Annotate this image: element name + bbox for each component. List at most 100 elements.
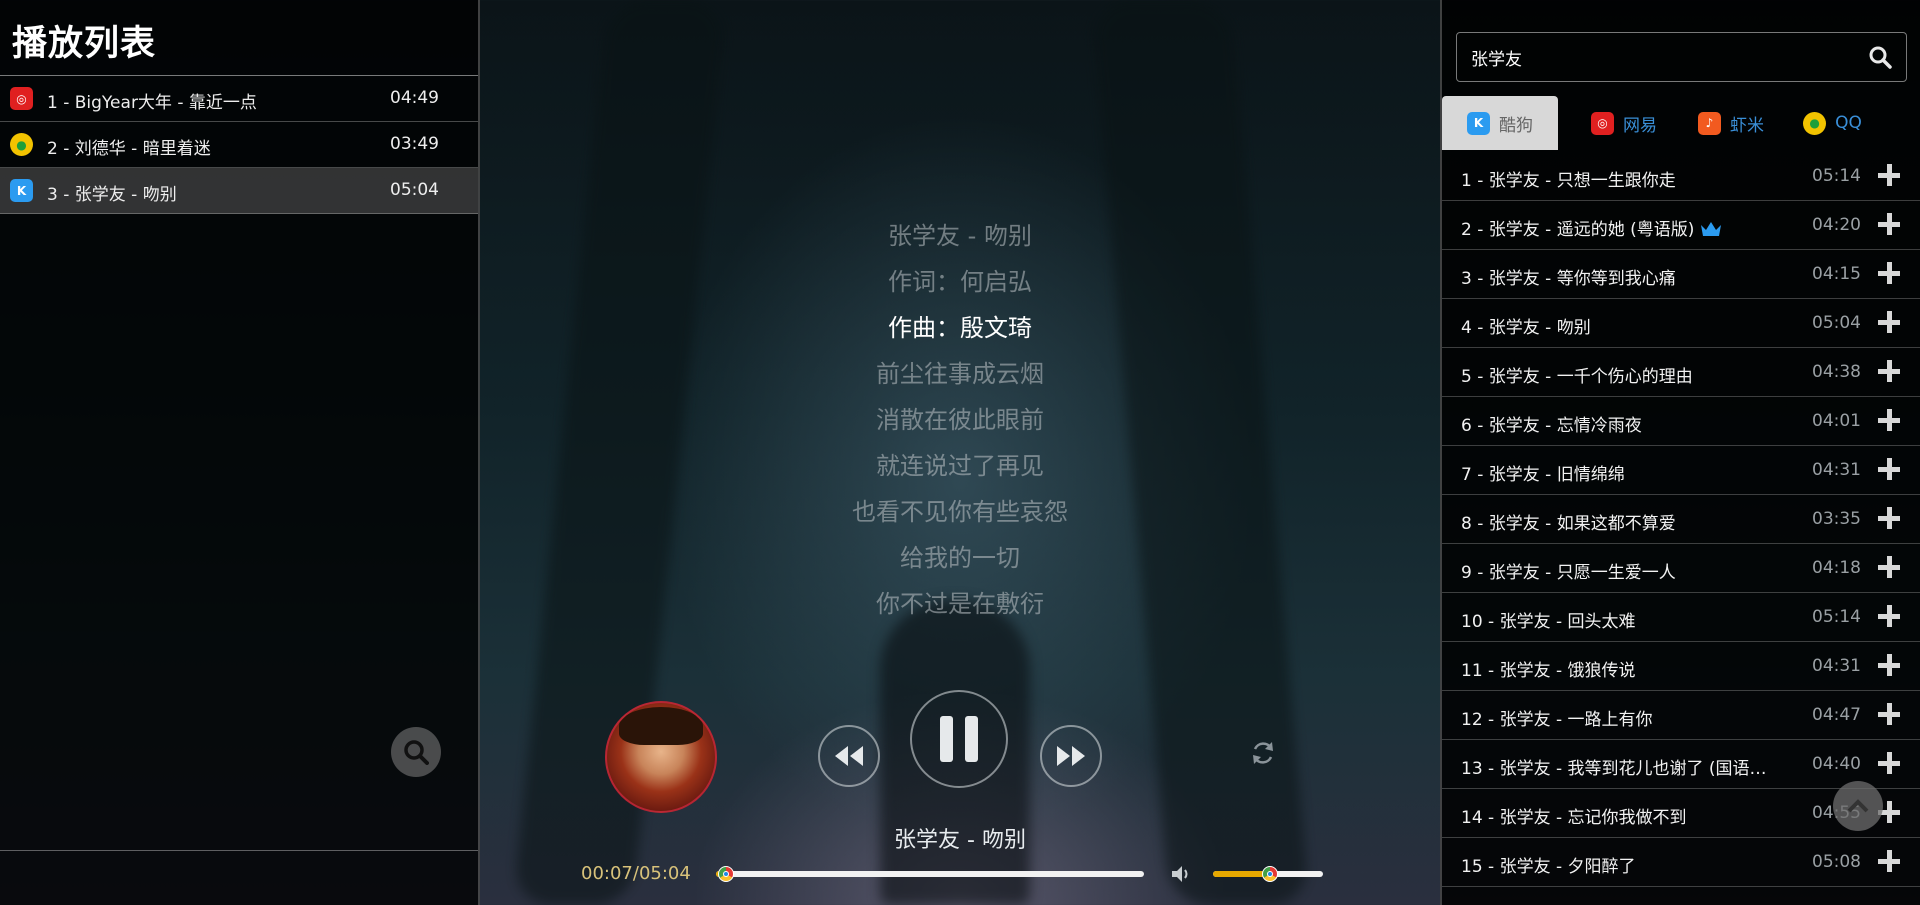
tab-netease[interactable]: ◎ 网易 bbox=[1579, 96, 1669, 150]
add-to-playlist-button[interactable] bbox=[1878, 458, 1900, 480]
result-row[interactable]: 1 - 张学友 - 只想一生跟你走 05:14 bbox=[1442, 152, 1920, 201]
playlist-title: 播放列表 bbox=[12, 24, 157, 64]
playlist: ◎ 1 - BigYear大年 - 靠近一点 04:49 ● 2 - 刘德华 - 暗里着… bbox=[0, 76, 478, 214]
add-to-playlist-button[interactable] bbox=[1878, 409, 1900, 431]
result-row[interactable]: 12 - 张学友 - 一路上有你 04:47 bbox=[1442, 691, 1920, 740]
result-duration: 04:38 bbox=[1812, 362, 1861, 382]
playlist-item[interactable]: ● 2 - 刘德华 - 暗里着迷 03:49 bbox=[0, 122, 478, 168]
lyric-line: 就连说过了再见 bbox=[876, 452, 1044, 480]
album-cover[interactable] bbox=[605, 701, 717, 813]
result-row[interactable]: 11 - 张学友 - 饿狼传说 04:31 bbox=[1442, 642, 1920, 691]
result-name: 6 - 张学友 - 忘情冷雨夜 bbox=[1461, 416, 1642, 436]
playlist-item-duration: 04:49 bbox=[390, 88, 439, 108]
lyric-line: 你不过是在敷衍 bbox=[876, 590, 1044, 618]
playlist-item-duration: 03:49 bbox=[390, 134, 439, 154]
playlist-item-name: 1 - BigYear大年 - 靠近一点 bbox=[47, 93, 257, 113]
pause-button[interactable] bbox=[910, 690, 1008, 788]
result-name: 1 - 张学友 - 只想一生跟你走 bbox=[1461, 171, 1676, 191]
tab-label: QQ bbox=[1835, 113, 1862, 133]
result-duration: 04:31 bbox=[1812, 656, 1861, 676]
search-box bbox=[1456, 32, 1907, 82]
search-input[interactable] bbox=[1471, 45, 1851, 69]
rewind-icon bbox=[835, 746, 863, 766]
result-name: 12 - 张学友 - 一路上有你 bbox=[1461, 710, 1653, 730]
lyrics-panel: 张学友 - 吻别 作词：何启弘 作曲：殷文琦 前尘往事成云烟 消散在彼此眼前 就连说过了再… bbox=[640, 213, 1280, 627]
previous-button[interactable] bbox=[818, 725, 880, 787]
qq-music-icon: ● bbox=[10, 133, 33, 156]
back-to-top-button[interactable] bbox=[1833, 781, 1883, 831]
tab-kugou[interactable]: K 酷狗 bbox=[1442, 96, 1558, 150]
result-name: 2 - 张学友 - 遥远的她 (粤语版) bbox=[1461, 215, 1722, 240]
result-duration: 05:14 bbox=[1812, 166, 1861, 186]
now-playing-title: 张学友 - 吻别 bbox=[894, 828, 1026, 853]
playlist-panel: 播放列表 ◎ 1 - BigYear大年 - 靠近一点 04:49 ● 2 - 刘德华 … bbox=[0, 0, 480, 905]
search-button[interactable] bbox=[391, 727, 441, 777]
netease-icon: ◎ bbox=[10, 87, 33, 110]
add-to-playlist-button[interactable] bbox=[1878, 654, 1900, 676]
progress-handle[interactable] bbox=[717, 866, 734, 882]
result-row[interactable]: 4 - 张学友 - 吻别 05:04 bbox=[1442, 299, 1920, 348]
tab-label: 酷狗 bbox=[1499, 115, 1533, 136]
add-to-playlist-button[interactable] bbox=[1878, 850, 1900, 872]
result-row[interactable]: 5 - 张学友 - 一千个伤心的理由 04:38 bbox=[1442, 348, 1920, 397]
playlist-item-name: 3 - 张学友 - 吻别 bbox=[47, 185, 177, 205]
add-to-playlist-button[interactable] bbox=[1878, 213, 1900, 235]
result-duration: 05:14 bbox=[1812, 607, 1861, 627]
pause-icon bbox=[940, 716, 978, 762]
add-to-playlist-button[interactable] bbox=[1878, 311, 1900, 333]
source-tabs: K 酷狗 ◎ 网易 ♪ 虾米 ● QQ bbox=[1442, 96, 1920, 150]
playlist-item-name: 2 - 刘德华 - 暗里着迷 bbox=[47, 139, 211, 159]
add-to-playlist-button[interactable] bbox=[1878, 703, 1900, 725]
add-to-playlist-button[interactable] bbox=[1878, 360, 1900, 382]
result-row[interactable]: 15 - 张学友 - 夕阳醉了 05:08 bbox=[1442, 838, 1920, 887]
search-panel: K 酷狗 ◎ 网易 ♪ 虾米 ● QQ 1 - 张学友 - 只想一生跟你走 05:14 2 - 张… bbox=[1440, 0, 1920, 905]
playlist-item[interactable]: K 3 - 张学友 - 吻别 05:04 bbox=[0, 168, 478, 214]
result-row[interactable]: 9 - 张学友 - 只愿一生爱一人 04:18 bbox=[1442, 544, 1920, 593]
result-duration: 04:15 bbox=[1812, 264, 1861, 284]
netease-icon: ◎ bbox=[1591, 111, 1614, 135]
search-submit-button[interactable] bbox=[1866, 43, 1894, 71]
search-icon bbox=[1869, 46, 1892, 69]
result-name: 9 - 张学友 - 只愿一生爱一人 bbox=[1461, 563, 1676, 583]
search-icon bbox=[404, 740, 429, 765]
playlist-item-duration: 05:04 bbox=[390, 180, 439, 200]
chevron-up-icon bbox=[1847, 799, 1869, 813]
result-name: 13 - 张学友 - 我等到花儿也谢了 (国语… bbox=[1461, 759, 1767, 779]
add-to-playlist-button[interactable] bbox=[1878, 605, 1900, 627]
add-to-playlist-button[interactable] bbox=[1878, 752, 1900, 774]
result-row[interactable]: 7 - 张学友 - 旧情绵绵 04:31 bbox=[1442, 446, 1920, 495]
loop-mode-button[interactable] bbox=[1246, 736, 1280, 770]
repeat-icon bbox=[1253, 742, 1273, 764]
add-to-playlist-button[interactable] bbox=[1878, 262, 1900, 284]
result-duration: 04:20 bbox=[1812, 215, 1861, 235]
result-duration: 05:04 bbox=[1812, 313, 1861, 333]
result-duration: 03:35 bbox=[1812, 509, 1861, 529]
tab-xiami[interactable]: ♪ 虾米 bbox=[1686, 96, 1776, 150]
result-row[interactable]: 6 - 张学友 - 忘情冷雨夜 04:01 bbox=[1442, 397, 1920, 446]
add-to-playlist-button[interactable] bbox=[1878, 164, 1900, 186]
result-row[interactable]: 10 - 张学友 - 回头太难 05:14 bbox=[1442, 593, 1920, 642]
result-duration: 04:47 bbox=[1812, 705, 1861, 725]
tab-label: 网易 bbox=[1623, 115, 1657, 136]
fast-forward-icon bbox=[1057, 746, 1085, 766]
add-to-playlist-button[interactable] bbox=[1878, 556, 1900, 578]
result-name: 3 - 张学友 - 等你等到我心痛 bbox=[1461, 269, 1676, 289]
tab-qq[interactable]: ● QQ bbox=[1780, 96, 1885, 150]
volume-slider[interactable] bbox=[1213, 866, 1323, 882]
progress-bar[interactable] bbox=[716, 866, 1144, 882]
volume-icon[interactable] bbox=[1170, 864, 1192, 884]
result-row[interactable]: 8 - 张学友 - 如果这都不算爱 03:35 bbox=[1442, 495, 1920, 544]
search-results: 1 - 张学友 - 只想一生跟你走 05:14 2 - 张学友 - 遥远的她 (粤语… bbox=[1442, 152, 1920, 887]
qq-music-icon: ● bbox=[1803, 111, 1827, 135]
next-button[interactable] bbox=[1040, 725, 1102, 787]
lyric-line: 给我的一切 bbox=[900, 544, 1020, 572]
result-row[interactable]: 2 - 张学友 - 遥远的她 (粤语版) 04:20 bbox=[1442, 201, 1920, 250]
result-row[interactable]: 3 - 张学友 - 等你等到我心痛 04:15 bbox=[1442, 250, 1920, 299]
result-duration: 05:08 bbox=[1812, 852, 1861, 872]
tab-label: 虾米 bbox=[1730, 115, 1764, 136]
playlist-item[interactable]: ◎ 1 - BigYear大年 - 靠近一点 04:49 bbox=[0, 76, 478, 122]
add-to-playlist-button[interactable] bbox=[1878, 507, 1900, 529]
result-duration: 04:01 bbox=[1812, 411, 1861, 431]
kugou-icon: K bbox=[10, 179, 33, 202]
lyric-line: 作词：何启弘 bbox=[888, 268, 1032, 296]
